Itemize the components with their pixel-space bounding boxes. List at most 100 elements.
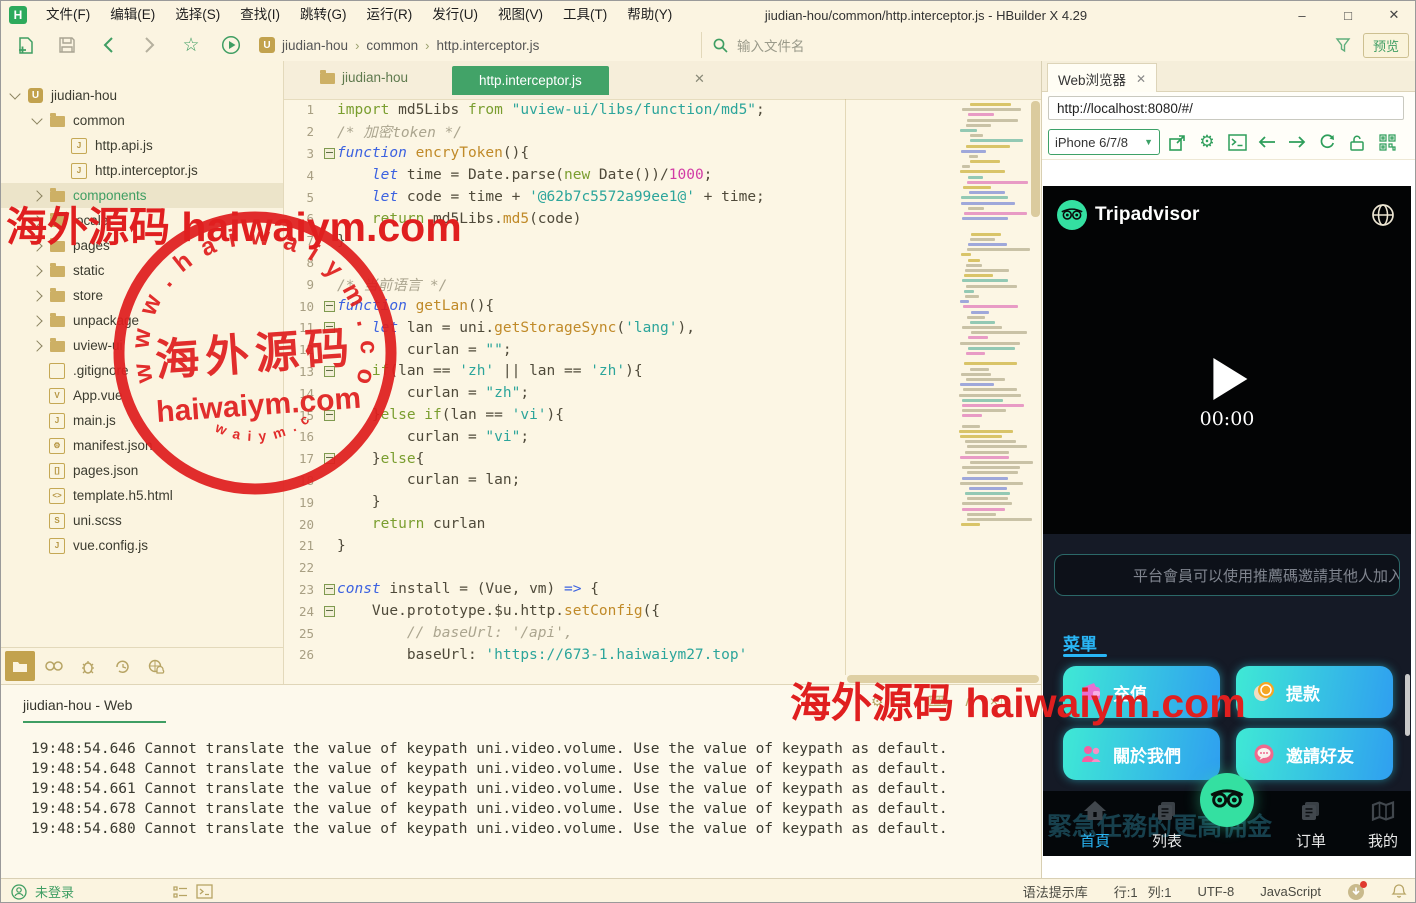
- editor-project-label[interactable]: jiudian-hou: [320, 70, 408, 85]
- new-file-button[interactable]: [13, 33, 37, 57]
- fold-marker[interactable]: [322, 322, 337, 334]
- save-button[interactable]: [55, 33, 79, 57]
- tree-item-http.interceptor.js[interactable]: Jhttp.interceptor.js: [1, 158, 283, 183]
- nav-forward-button[interactable]: [1284, 129, 1310, 155]
- nav-back-button[interactable]: [1254, 129, 1280, 155]
- page-scrollbar[interactable]: [1405, 674, 1410, 736]
- login-status[interactable]: 未登录: [35, 882, 74, 901]
- code-area[interactable]: 1 import md5Libs from "uview-ui/libs/func…: [284, 99, 1041, 675]
- lock-icon[interactable]: [1344, 129, 1370, 155]
- tree-item-template.h5.html[interactable]: <> template.h5.html: [1, 483, 283, 508]
- tree-item-common[interactable]: common: [1, 108, 283, 133]
- favorite-star-button[interactable]: ☆: [179, 33, 203, 57]
- tree-item-locale[interactable]: locale: [1, 208, 283, 233]
- menu-button-0[interactable]: 充值: [1063, 666, 1220, 718]
- fold-marker[interactable]: [322, 365, 337, 377]
- forward-button[interactable]: [137, 33, 161, 57]
- tree-item-pages[interactable]: pages: [1, 233, 283, 258]
- url-input[interactable]: http://localhost:8080/#/: [1048, 96, 1404, 120]
- tree-item-components[interactable]: components: [1, 183, 283, 208]
- editor-vertical-scrollbar[interactable]: [1031, 101, 1040, 217]
- qr-code-icon[interactable]: [1374, 129, 1400, 155]
- maximize-button[interactable]: □: [1325, 1, 1371, 29]
- tree-item-vue.config.js[interactable]: Jvue.config.js: [1, 533, 283, 558]
- tree-item-App.vue[interactable]: V App.vue: [1, 383, 283, 408]
- console-clear-icon[interactable]: ⊡: [900, 693, 912, 710]
- fold-marker[interactable]: [322, 453, 337, 465]
- fold-marker[interactable]: [322, 583, 337, 595]
- history-panel-button[interactable]: [107, 651, 137, 681]
- tree-item-store[interactable]: store: [1, 283, 283, 308]
- webview-tab-close-icon[interactable]: ✕: [1136, 72, 1146, 86]
- fold-marker[interactable]: [322, 147, 337, 159]
- menu-button-2[interactable]: 關於我們: [1063, 728, 1220, 780]
- search-panel-button[interactable]: [39, 651, 69, 681]
- breadcrumb-item-2[interactable]: http.interceptor.js: [437, 38, 540, 53]
- breadcrumb-item-0[interactable]: jiudian-hou: [282, 38, 348, 53]
- tab-close-icon[interactable]: ✕: [694, 71, 705, 87]
- console-settings-icon[interactable]: ⚙: [871, 693, 884, 710]
- terminal-icon[interactable]: [196, 884, 213, 899]
- open-external-browser-button[interactable]: [1164, 129, 1190, 155]
- breadcrumb-item-1[interactable]: common: [366, 38, 418, 53]
- center-owl-button[interactable]: [1200, 773, 1254, 827]
- tree-item-jiudian-hou[interactable]: Ujiudian-hou: [1, 83, 283, 108]
- menu-item-3[interactable]: 查找(I): [230, 1, 290, 29]
- nav-item-list[interactable]: 列表: [1137, 799, 1197, 851]
- nav-item-home[interactable]: 首頁: [1065, 799, 1125, 851]
- console-close-icon[interactable]: ×↓: [990, 693, 1005, 710]
- tree-item-unpackage[interactable]: unpackage: [1, 308, 283, 333]
- editor-tab-active[interactable]: http.interceptor.js: [452, 66, 609, 95]
- nav-item-mine[interactable]: 我的: [1353, 799, 1411, 851]
- language-globe-icon[interactable]: [1371, 203, 1395, 232]
- menu-item-0[interactable]: 文件(F): [36, 1, 100, 29]
- outline-list-icon[interactable]: [172, 885, 188, 899]
- device-select[interactable]: iPhone 6/7/8 ▼: [1048, 129, 1160, 155]
- tree-item-uni.scss[interactable]: Suni.scss: [1, 508, 283, 533]
- menu-item-9[interactable]: 帮助(Y): [617, 1, 682, 29]
- update-icon[interactable]: [1347, 880, 1367, 901]
- cloud-panel-button[interactable]: [141, 651, 171, 681]
- tree-item-manifest.json[interactable]: ⚙ manifest.json: [1, 433, 283, 458]
- menu-item-8[interactable]: 工具(T): [553, 1, 617, 29]
- console-terminal-icon[interactable]: ⌨: [927, 693, 947, 710]
- tree-item-http.api.js[interactable]: Jhttp.api.js: [1, 133, 283, 158]
- menu-item-7[interactable]: 视图(V): [488, 1, 553, 29]
- menu-item-2[interactable]: 选择(S): [165, 1, 230, 29]
- editor-horizontal-scrollbar[interactable]: [847, 675, 1039, 683]
- preview-button[interactable]: 预览: [1363, 33, 1409, 58]
- invite-code-input[interactable]: 平台會員可以使用推薦碼邀請其他人加入: [1054, 554, 1400, 596]
- debug-panel-button[interactable]: [73, 651, 103, 681]
- file-search-input[interactable]: 输入文件名: [701, 32, 1327, 58]
- tree-item-main.js[interactable]: Jmain.js: [1, 408, 283, 433]
- menu-item-1[interactable]: 编辑(E): [100, 1, 165, 29]
- tree-item-.gitignore[interactable]: .gitignore: [1, 358, 283, 383]
- tree-item-pages.json[interactable]: [] pages.json: [1, 458, 283, 483]
- fold-marker[interactable]: [322, 300, 337, 312]
- back-button[interactable]: [97, 33, 121, 57]
- menu-item-5[interactable]: 运行(R): [357, 1, 423, 29]
- fold-marker[interactable]: [322, 409, 337, 421]
- menu-item-4[interactable]: 跳转(G): [290, 1, 357, 29]
- minimap[interactable]: [959, 103, 1034, 528]
- syntax-lib-label[interactable]: 语法提示库: [1023, 882, 1088, 901]
- webview-console-button[interactable]: [1224, 129, 1250, 155]
- refresh-button[interactable]: [1314, 129, 1340, 155]
- menu-button-1[interactable]: 提款: [1236, 666, 1393, 718]
- video-play-button[interactable]: [1213, 358, 1248, 400]
- webview-settings-icon[interactable]: ⚙: [1194, 129, 1220, 155]
- encoding-label[interactable]: UTF-8: [1197, 884, 1234, 899]
- console-tab[interactable]: jiudian-hou - Web: [23, 697, 132, 713]
- close-button[interactable]: ✕: [1371, 1, 1415, 29]
- files-panel-button[interactable]: [5, 651, 35, 681]
- menu-item-6[interactable]: 发行(U): [422, 1, 488, 29]
- tree-item-static[interactable]: static: [1, 258, 283, 283]
- minimize-button[interactable]: –: [1279, 1, 1325, 29]
- filter-icon[interactable]: [1331, 33, 1355, 57]
- tree-item-uview-ui[interactable]: uview-ui: [1, 333, 283, 358]
- nav-item-order[interactable]: 订单: [1281, 799, 1341, 851]
- console-collapse-icon[interactable]: ∧: [964, 693, 974, 710]
- breadcrumb[interactable]: U jiudian-hou › common › http.interceptor.js: [259, 33, 539, 57]
- bell-icon[interactable]: [1391, 883, 1407, 900]
- run-button[interactable]: [219, 33, 243, 57]
